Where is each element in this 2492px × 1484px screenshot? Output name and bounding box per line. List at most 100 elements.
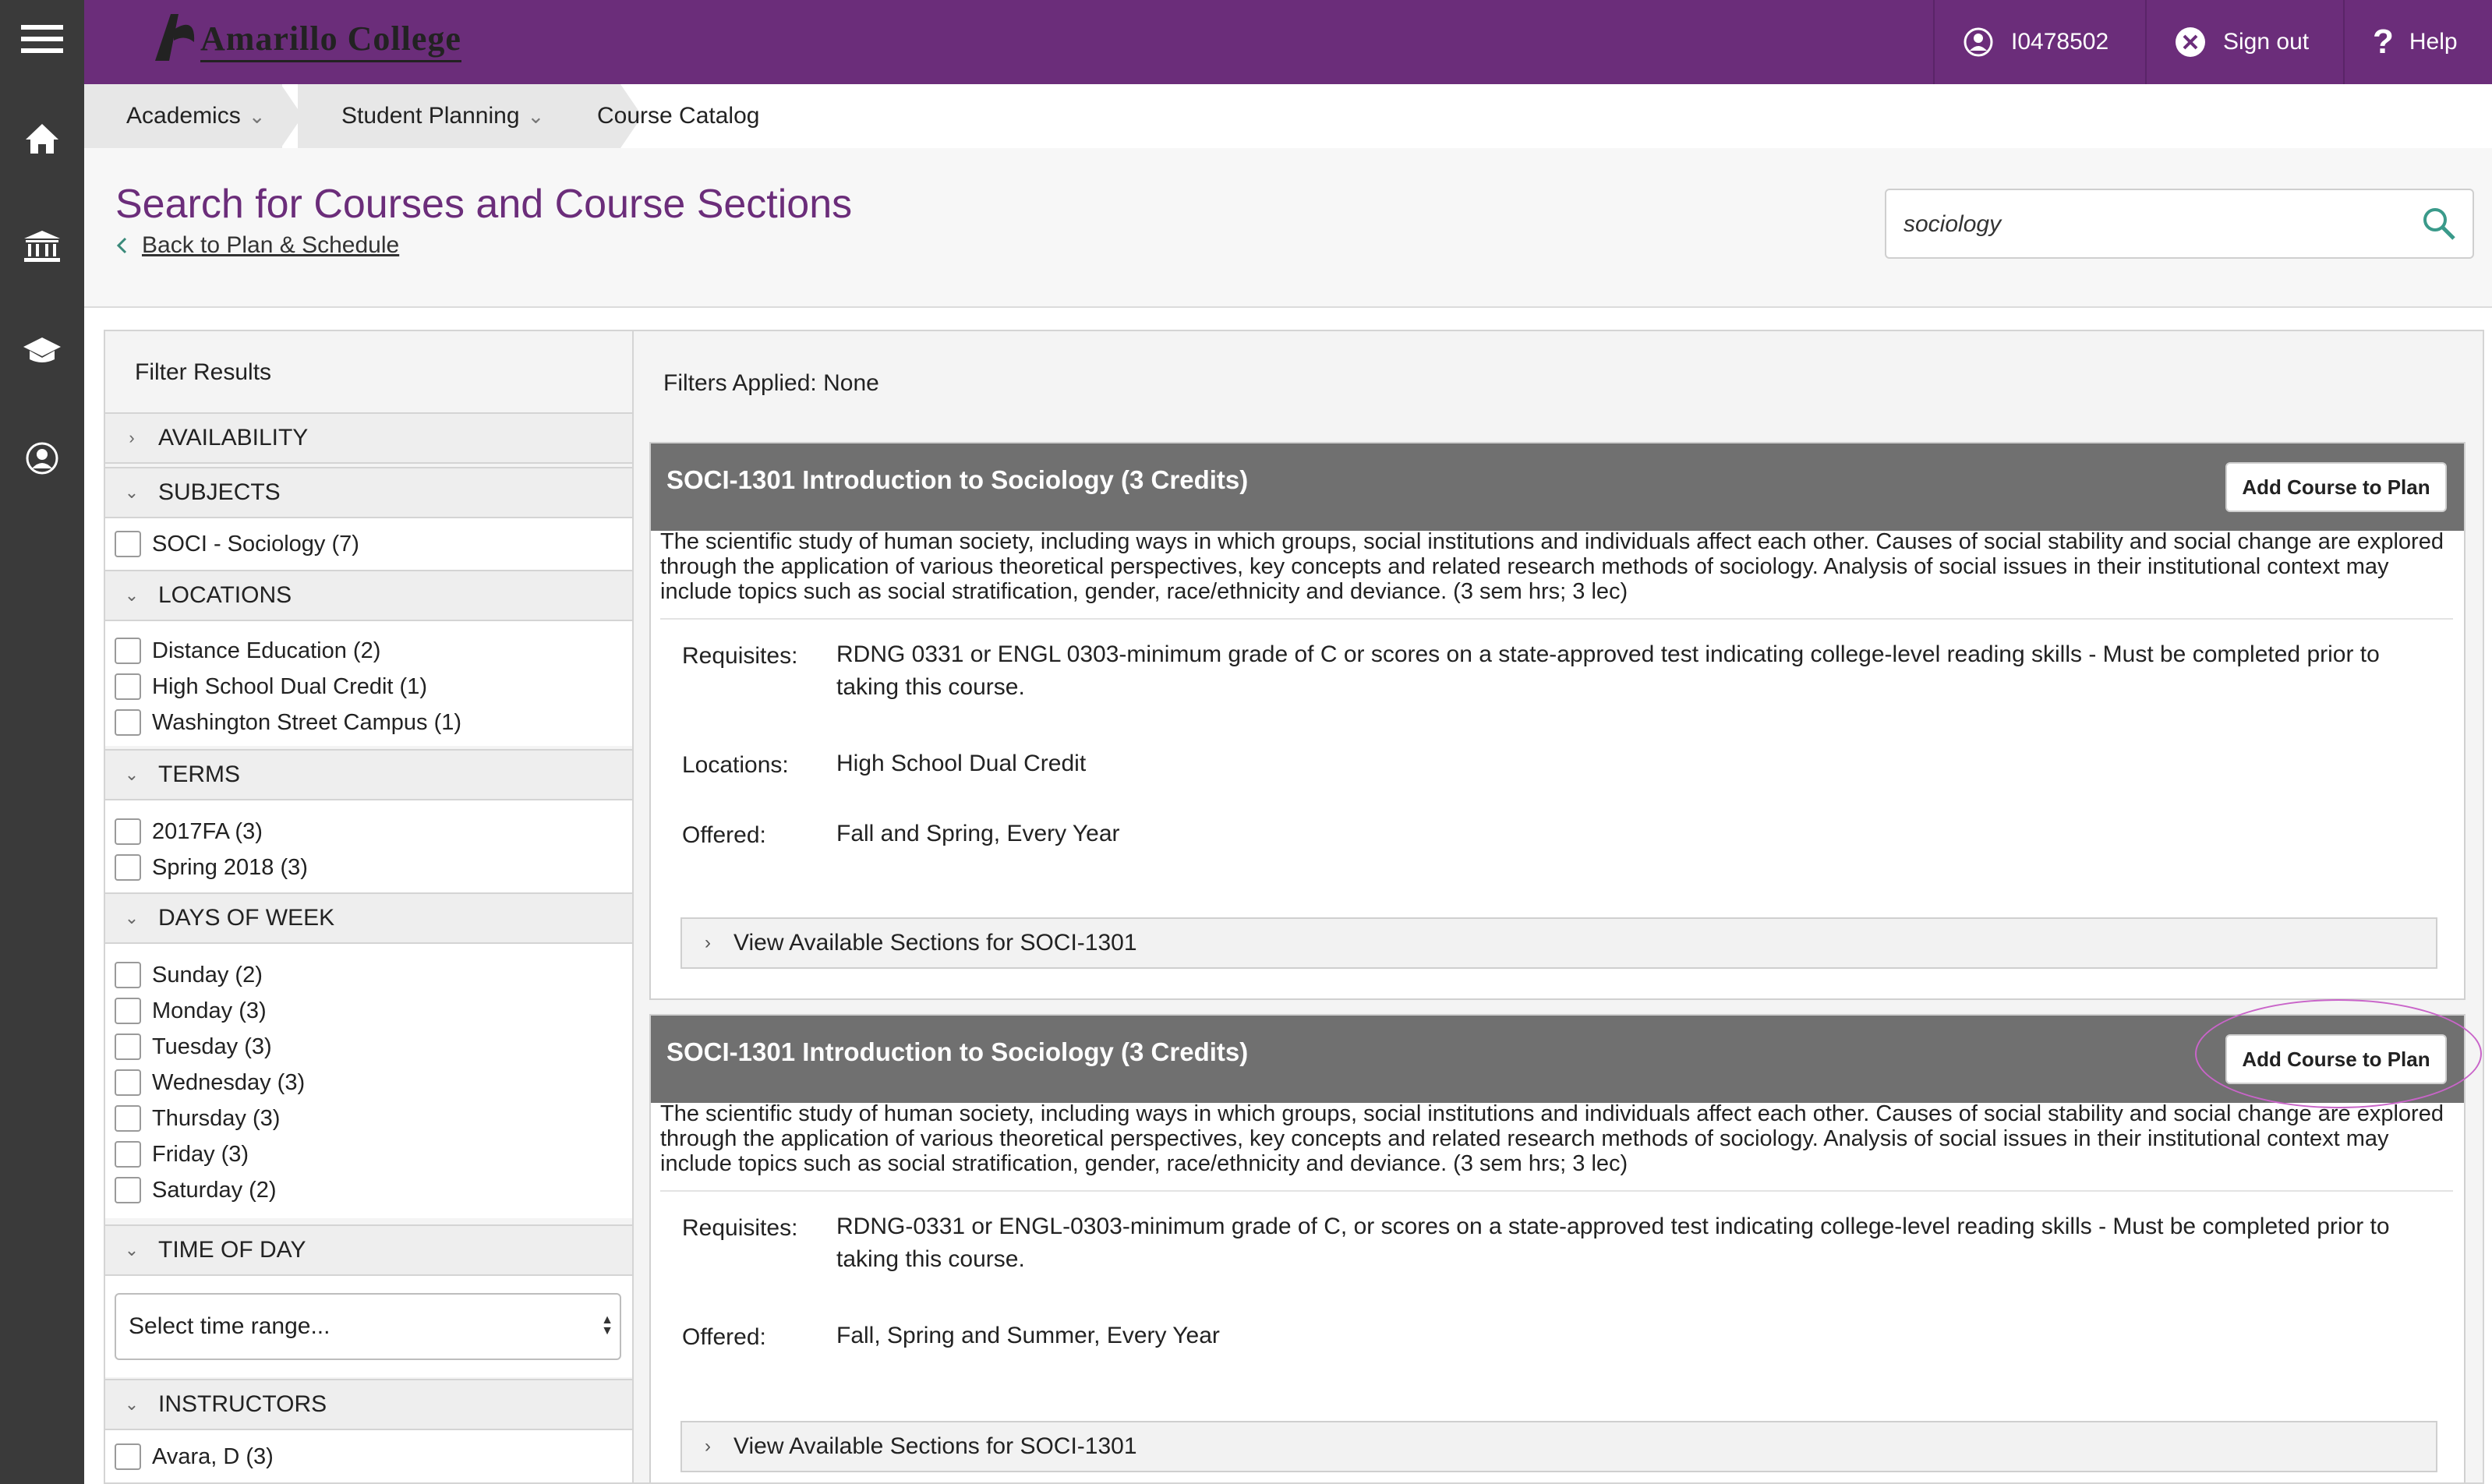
filter-option-location[interactable]: Distance Education (2) [115, 635, 380, 666]
help-button[interactable]: ? Help [2343, 0, 2492, 84]
divider [660, 618, 2453, 620]
filter-option-day[interactable]: Friday (3) [115, 1139, 249, 1170]
user-circle-icon [1964, 27, 1993, 57]
locations-label: Locations: [682, 752, 789, 778]
filter-section-label: TIME OF DAY [158, 1237, 306, 1263]
course-header: SOCI-1301 Introduction to Sociology (3 C… [651, 1016, 2464, 1103]
filter-section-locations[interactable]: ⌄ LOCATIONS [105, 570, 632, 621]
filter-option-label: Monday (3) [152, 998, 267, 1023]
filter-option-day[interactable]: Monday (3) [115, 995, 267, 1026]
filter-option-label: Wednesday (3) [152, 1069, 306, 1095]
checkbox[interactable] [115, 998, 141, 1024]
filter-section-instructors[interactable]: ⌄ INSTRUCTORS [105, 1379, 632, 1430]
divider [660, 1190, 2453, 1192]
view-sections-toggle[interactable]: › View Available Sections for SOCI-1301 [680, 1421, 2437, 1472]
offered-label: Offered: [682, 822, 766, 848]
breadcrumb-student-planning-label: Student Planning [341, 103, 520, 129]
search-icon[interactable] [2421, 206, 2457, 242]
filter-section-time-of-day[interactable]: ⌄ TIME OF DAY [105, 1224, 632, 1276]
course-search-box [1885, 189, 2474, 259]
checkbox[interactable] [115, 962, 141, 988]
chevron-down-icon: ⌄ [124, 1394, 140, 1414]
logo-mark-icon [155, 14, 195, 61]
filter-section-label: AVAILABILITY [158, 425, 309, 450]
course-description: The scientific study of human society, i… [660, 529, 2444, 604]
filter-option-label: Sunday (2) [152, 962, 263, 988]
page-title: Search for Courses and Course Sections [115, 182, 853, 227]
chevron-left-icon [116, 237, 127, 254]
requisites-value: RDNG-0331 or ENGL-0303-minimum grade of … [836, 1214, 2390, 1272]
checkbox[interactable] [115, 1177, 141, 1203]
filter-option-day[interactable]: Tuesday (3) [115, 1031, 272, 1062]
filter-section-label: LOCATIONS [158, 582, 292, 608]
chevron-down-icon: ⌄ [124, 1240, 140, 1260]
offered-label: Offered: [682, 1324, 766, 1350]
menu-icon[interactable] [0, 0, 84, 78]
institution-icon[interactable] [0, 207, 84, 285]
checkbox[interactable] [115, 531, 141, 557]
home-icon[interactable] [0, 100, 84, 178]
filter-option-day[interactable]: Sunday (2) [115, 959, 263, 991]
time-range-select[interactable]: Select time range... ▲ ▼ [115, 1293, 621, 1360]
add-course-to-plan-button[interactable]: Add Course to Plan [2225, 1034, 2447, 1084]
checkbox[interactable] [115, 1443, 141, 1470]
checkbox[interactable] [115, 854, 141, 881]
select-arrows-icon: ▲ ▼ [601, 1313, 613, 1337]
filter-option-day[interactable]: Wednesday (3) [115, 1067, 305, 1098]
filter-section-subjects[interactable]: ⌄ SUBJECTS [105, 467, 632, 518]
filter-section-days-of-week[interactable]: ⌄ DAYS OF WEEK [105, 892, 632, 944]
filter-section-availability[interactable]: › AVAILABILITY [105, 412, 632, 464]
requisites-value: RDNG 0331 or ENGL 0303-minimum grade of … [836, 641, 2380, 700]
course-title: SOCI-1301 Introduction to Sociology (3 C… [666, 465, 1249, 494]
college-logo[interactable]: Amarillo College [150, 0, 461, 62]
instructors-options: Avara, D (3) [105, 1430, 632, 1482]
breadcrumb-course-catalog: Course Catalog [597, 84, 759, 148]
filter-section-label: TERMS [158, 761, 240, 787]
locations-value: High School Dual Credit [836, 751, 1087, 776]
view-sections-toggle[interactable]: › View Available Sections for SOCI-1301 [680, 917, 2437, 969]
filter-option-day[interactable]: Saturday (2) [115, 1175, 277, 1206]
checkbox[interactable] [115, 638, 141, 664]
course-title: SOCI-1301 Introduction to Sociology (3 C… [666, 1037, 1249, 1066]
breadcrumb-student-planning[interactable]: Student Planning ⌄ [298, 84, 620, 148]
chevron-down-icon: ⌄ [248, 104, 266, 128]
user-account-button[interactable]: I0478502 [1933, 0, 2145, 84]
close-circle-icon [2176, 27, 2205, 57]
checkbox[interactable] [115, 1105, 141, 1132]
view-sections-label: View Available Sections for SOCI-1301 [733, 930, 1137, 956]
filter-option-label: Thursday (3) [152, 1105, 281, 1131]
user-id: I0478502 [2011, 29, 2109, 55]
filter-option-label: Distance Education (2) [152, 638, 381, 663]
requisites-label: Requisites: [682, 1215, 798, 1241]
filter-option-location[interactable]: Washington Street Campus (1) [115, 707, 461, 738]
back-to-plan-label: Back to Plan & Schedule [142, 232, 400, 258]
filter-section-terms[interactable]: ⌄ TERMS [105, 749, 632, 800]
back-to-plan-link[interactable]: Back to Plan & Schedule [115, 232, 399, 259]
filter-option-location[interactable]: High School Dual Credit (1) [115, 671, 427, 702]
breadcrumb-academics[interactable]: Academics ⌄ [84, 84, 282, 148]
results-panel: Filters Applied: None SOCI-1301 Introduc… [634, 330, 2484, 1484]
filter-option-subject[interactable]: SOCI - Sociology (7) [115, 528, 359, 560]
filter-option-label: Saturday (2) [152, 1177, 277, 1203]
checkbox[interactable] [115, 1069, 141, 1096]
checkbox[interactable] [115, 818, 141, 845]
user-profile-icon[interactable] [0, 419, 84, 497]
checkbox[interactable] [115, 673, 141, 700]
filter-option-term[interactable]: 2017FA (3) [115, 816, 263, 847]
chevron-down-icon: ⌄ [124, 482, 140, 502]
locations-options: Distance Education (2) High School Dual … [105, 621, 632, 746]
add-course-to-plan-button[interactable]: Add Course to Plan [2225, 462, 2447, 512]
sign-out-button[interactable]: Sign out [2145, 0, 2343, 84]
course-search-input[interactable] [1902, 190, 2388, 259]
checkbox[interactable] [115, 709, 141, 736]
filter-section-label: DAYS OF WEEK [158, 905, 335, 931]
chevron-right-icon: › [129, 428, 135, 447]
filter-option-instructor[interactable]: Avara, D (3) [115, 1441, 274, 1472]
checkbox[interactable] [115, 1034, 141, 1060]
filter-option-term[interactable]: Spring 2018 (3) [115, 852, 308, 883]
graduation-cap-icon[interactable] [0, 312, 84, 390]
checkbox[interactable] [115, 1141, 141, 1168]
breadcrumb-course-catalog-label: Course Catalog [597, 103, 760, 129]
course-card: SOCI-1301 Introduction to Sociology (3 C… [649, 1014, 2465, 1482]
filter-option-day[interactable]: Thursday (3) [115, 1103, 280, 1134]
